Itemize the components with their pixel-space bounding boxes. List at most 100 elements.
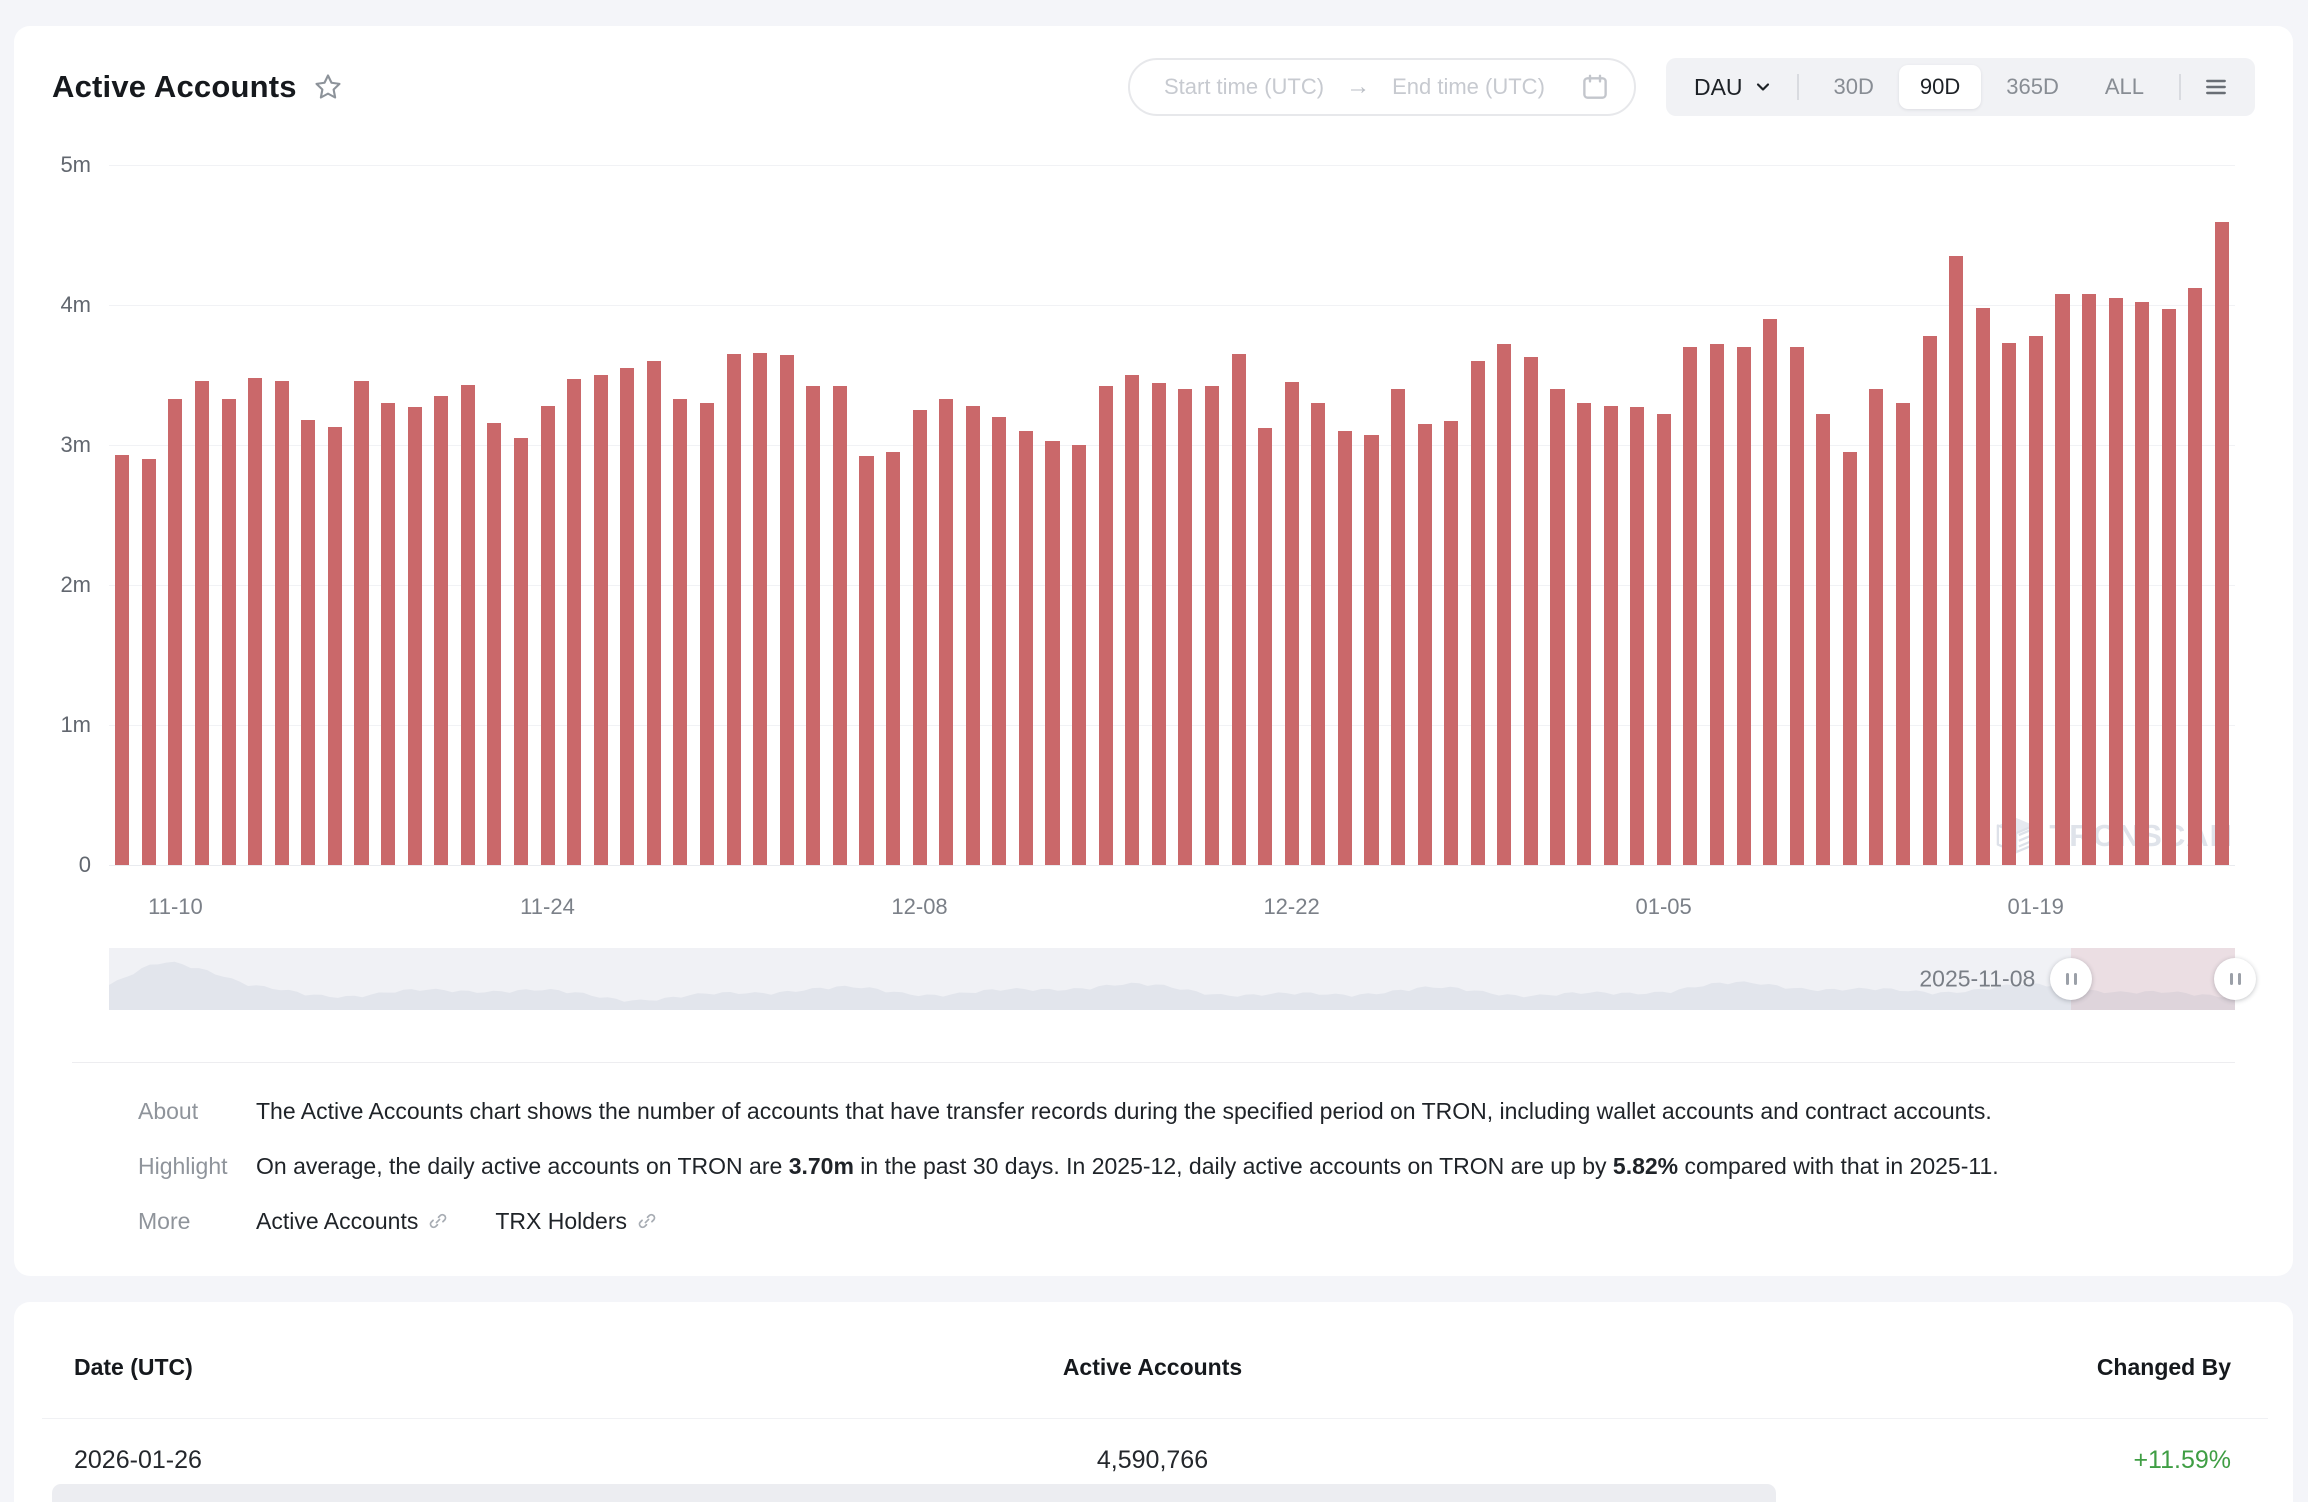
bar-2025-11-25 (567, 379, 581, 865)
bar-slot (428, 165, 455, 865)
more-link-active-accounts[interactable]: Active Accounts (256, 1207, 449, 1236)
bar-2026-01-17 (1976, 308, 1990, 865)
bar-2025-12-08 (913, 410, 927, 865)
bar-2026-01-10 (1790, 347, 1804, 865)
bar-2025-12-27 (1418, 424, 1432, 865)
toolbar-divider (2179, 74, 2181, 100)
bar-2025-12-13 (1045, 441, 1059, 865)
bar-2026-01-26 (2215, 222, 2229, 865)
table-divider (42, 1418, 2268, 1419)
bar-2025-11-28 (647, 361, 661, 865)
bar-2026-01-18 (2002, 343, 2016, 865)
more-row: More Active Accounts TRX Holders (138, 1207, 2235, 1236)
bar-slot (1518, 165, 1545, 865)
range-button-all[interactable]: ALL (2084, 65, 2165, 109)
x-axis-labels: 11-1011-2412-0812-2201-0501-19 (109, 882, 2235, 918)
bar-slot (2076, 165, 2103, 865)
bar-slot (1544, 165, 1571, 865)
bar-2026-01-19 (2029, 336, 2043, 865)
bar-slot (1624, 165, 1651, 865)
bar-2025-12-28 (1444, 421, 1458, 865)
bar-slot (109, 165, 136, 865)
bar-2026-01-04 (1630, 407, 1644, 865)
highlight-text-part: in the past 30 days. In 2025-12, daily a… (854, 1153, 1613, 1179)
bar-slot (268, 165, 295, 865)
bar-2026-01-15 (1923, 336, 1937, 865)
bar-slot (401, 165, 428, 865)
bar-2025-11-21 (461, 385, 475, 865)
bar-slot (534, 165, 561, 865)
pause-bars-icon (2066, 973, 2069, 985)
page-title: Active Accounts (52, 69, 297, 105)
pause-bars-icon (2074, 973, 2077, 985)
bar-2025-12-02 (753, 353, 767, 865)
bar-slot (162, 165, 189, 865)
bar-2026-01-07 (1710, 344, 1724, 865)
range-button-365d[interactable]: 365D (1985, 65, 2080, 109)
gridline (109, 865, 2235, 866)
metric-selector-label: DAU (1694, 74, 1743, 101)
link-icon (427, 1210, 449, 1232)
chart-menu-button[interactable] (2195, 74, 2237, 100)
bar-2026-01-08 (1737, 347, 1751, 865)
bar-slot (720, 165, 747, 865)
highlight-row: Highlight On average, the daily active a… (138, 1152, 2235, 1181)
bar-slot (2182, 165, 2209, 865)
about-label: About (138, 1097, 256, 1126)
bar-slot (561, 165, 588, 865)
bar-slot (1916, 165, 1943, 865)
timeline-brush[interactable]: 2025-11-08 (109, 948, 2235, 1010)
bar-slot (1943, 165, 1970, 865)
bar-2025-11-15 (301, 420, 315, 865)
bar-2025-11-13 (248, 378, 262, 865)
chart-range-toolbar: DAU 30D 90D 365D ALL (1666, 58, 2255, 116)
date-range-input[interactable]: Start time (UTC) → End time (UTC) (1128, 58, 1636, 116)
bar-slot (455, 165, 482, 865)
bar-slot (1092, 165, 1119, 865)
brush-left-handle[interactable] (2050, 958, 2092, 1000)
data-table-card: Date (UTC) Active Accounts Changed By 20… (14, 1302, 2293, 1502)
bar-slot (827, 165, 854, 865)
bar-slot (853, 165, 880, 865)
bar-2025-11-09 (142, 459, 156, 865)
bar-2026-01-21 (2082, 294, 2096, 865)
bar-2025-12-07 (886, 452, 900, 865)
bar-slot (1863, 165, 1890, 865)
bar-2026-01-22 (2109, 298, 2123, 865)
hamburger-menu-icon (2203, 74, 2229, 100)
highlight-value-avg: 3.70m (789, 1153, 854, 1179)
x-axis-tick-label: 01-05 (1635, 894, 1691, 920)
brush-right-handle[interactable] (2214, 958, 2256, 1000)
bar-slot (1837, 165, 1864, 865)
bar-2026-01-23 (2135, 302, 2149, 865)
bar-2026-01-13 (1869, 389, 1883, 865)
bar-slot (1704, 165, 1731, 865)
bar-2025-12-23 (1311, 403, 1325, 865)
y-axis-tick-label: 2m (39, 572, 91, 598)
bar-2025-12-04 (806, 386, 820, 865)
range-button-30d[interactable]: 30D (1813, 65, 1895, 109)
plot-area[interactable]: TRONSCAN 5m4m3m2m1m0 (109, 165, 2235, 865)
bar-2026-01-12 (1843, 452, 1857, 865)
bar-2026-01-06 (1683, 347, 1697, 865)
bar-2025-11-29 (673, 399, 687, 865)
calendar-icon[interactable] (1580, 72, 1610, 102)
brush-selection-window[interactable] (2071, 948, 2235, 1010)
bar-slot (242, 165, 269, 865)
metric-selector-dau[interactable]: DAU (1684, 74, 1783, 101)
chart-header: Active Accounts Start time (UTC) → End t… (52, 56, 2255, 118)
bar-slot (1651, 165, 1678, 865)
active-accounts-card: Active Accounts Start time (UTC) → End t… (14, 26, 2293, 1276)
bar-slot (960, 165, 987, 865)
more-link-trx-holders[interactable]: TRX Holders (495, 1207, 658, 1236)
bar-2025-11-27 (620, 368, 634, 865)
bar-slot (2156, 165, 2183, 865)
bar-2026-01-09 (1763, 319, 1777, 865)
bar-slot (189, 165, 216, 865)
bar-2025-12-24 (1338, 431, 1352, 865)
range-button-90d[interactable]: 90D (1899, 65, 1981, 109)
favorite-button[interactable] (313, 72, 343, 102)
bar-2025-11-12 (222, 399, 236, 865)
bar-2025-11-20 (434, 396, 448, 865)
bar-2025-12-12 (1019, 431, 1033, 865)
